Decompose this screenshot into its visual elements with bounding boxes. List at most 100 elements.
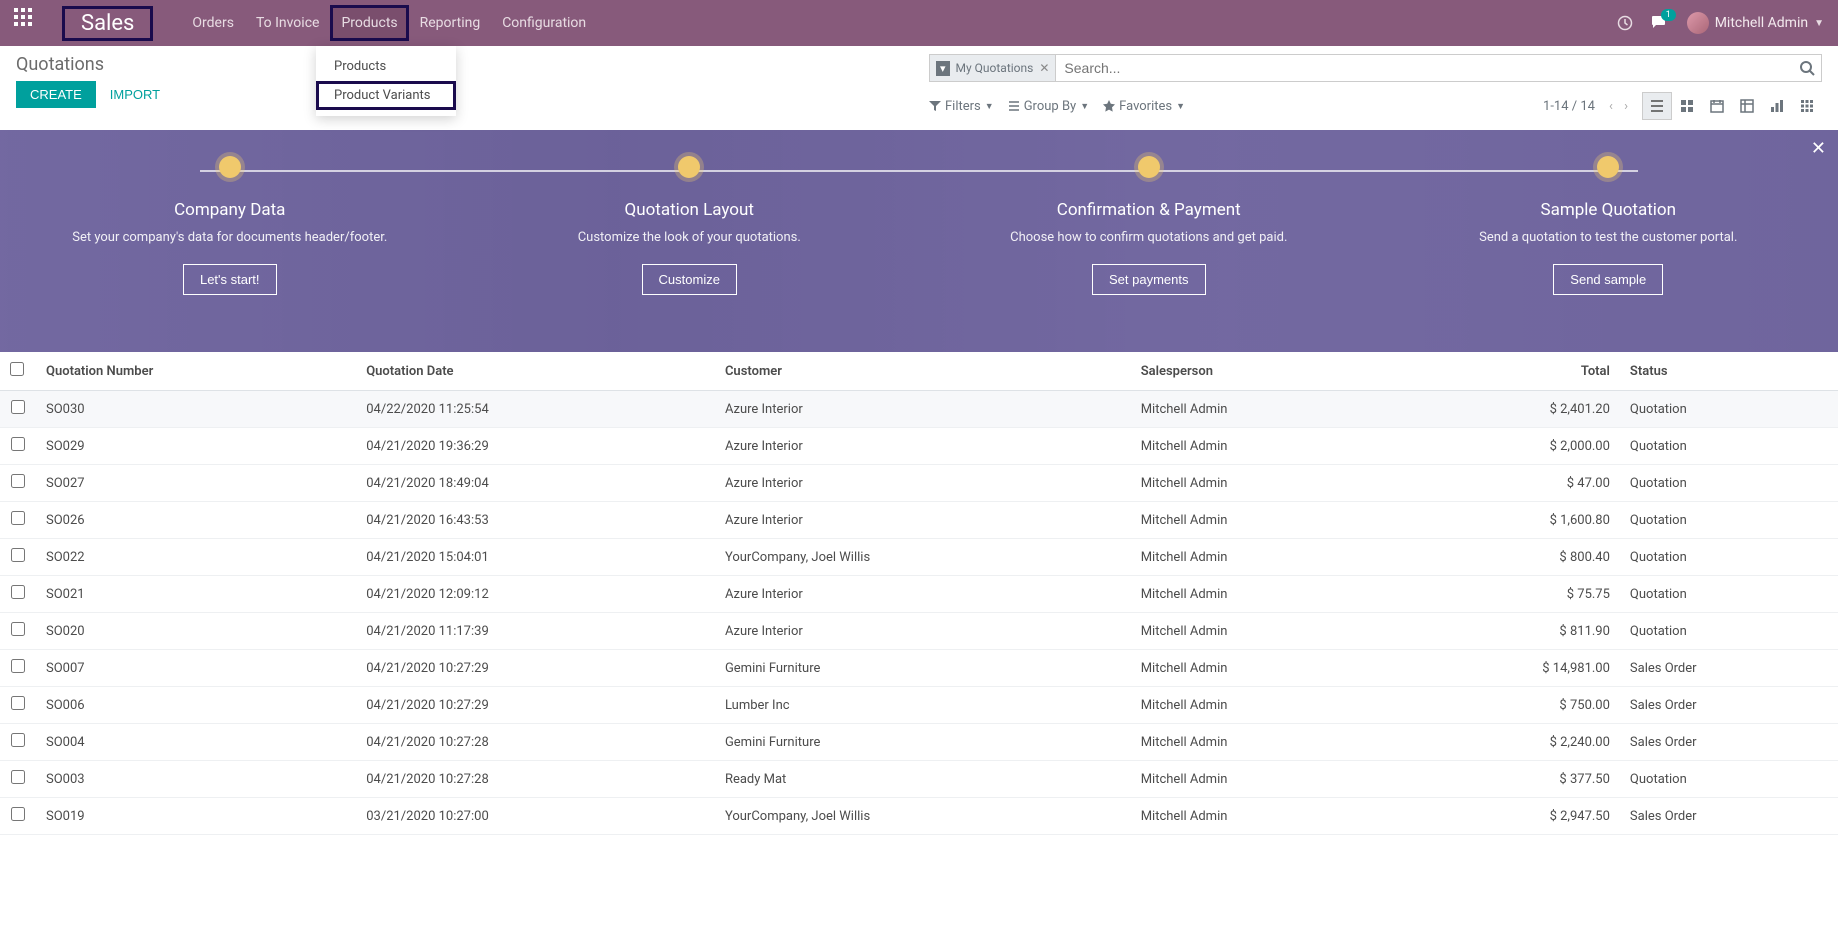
- pager-prev-icon[interactable]: ‹: [1605, 99, 1617, 114]
- step-desc: Set your company's data for documents he…: [40, 228, 420, 248]
- pager-text[interactable]: 1-14 / 14: [1543, 99, 1595, 114]
- row-checkbox[interactable]: [11, 622, 25, 636]
- col-total[interactable]: Total: [1399, 352, 1620, 391]
- table-row[interactable]: SO004 04/21/2020 10:27:28 Gemini Furnitu…: [0, 724, 1838, 761]
- cell-status: Quotation: [1620, 428, 1838, 465]
- search-input[interactable]: [1056, 60, 1793, 76]
- row-checkbox[interactable]: [11, 400, 25, 414]
- table-row[interactable]: SO003 04/21/2020 10:27:28 Ready Mat Mitc…: [0, 761, 1838, 798]
- graph-view-icon[interactable]: [1762, 92, 1792, 120]
- dropdown-item-products[interactable]: Products: [316, 52, 456, 81]
- cell-total: $ 14,981.00: [1399, 650, 1620, 687]
- cell-total: $ 2,947.50: [1399, 798, 1620, 835]
- nav-item-products[interactable]: Products: [330, 5, 408, 41]
- cell-status: Quotation: [1620, 539, 1838, 576]
- step-title: Company Data: [40, 200, 420, 220]
- col-status[interactable]: Status: [1620, 352, 1838, 391]
- table-row[interactable]: SO029 04/21/2020 19:36:29 Azure Interior…: [0, 428, 1838, 465]
- customize-button[interactable]: Customize: [642, 264, 737, 295]
- remove-filter-icon[interactable]: ✕: [1039, 61, 1049, 75]
- row-checkbox[interactable]: [11, 770, 25, 784]
- row-checkbox[interactable]: [11, 548, 25, 562]
- cell-quotation-date: 04/21/2020 10:27:29: [356, 650, 715, 687]
- row-checkbox[interactable]: [11, 696, 25, 710]
- import-button[interactable]: IMPORT: [104, 81, 166, 108]
- apps-icon[interactable]: [14, 8, 44, 38]
- row-checkbox[interactable]: [11, 733, 25, 747]
- cell-quotation-number: SO030: [36, 391, 356, 428]
- cell-salesperson: Mitchell Admin: [1131, 761, 1400, 798]
- filters-button[interactable]: Filters ▼: [929, 99, 994, 114]
- cell-total: $ 750.00: [1399, 687, 1620, 724]
- set-payments-button[interactable]: Set payments: [1092, 264, 1206, 295]
- select-all-checkbox[interactable]: [10, 362, 24, 376]
- table-row[interactable]: SO019 03/21/2020 10:27:00 YourCompany, J…: [0, 798, 1838, 835]
- cell-status: Quotation: [1620, 502, 1838, 539]
- lets-start-button[interactable]: Let's start!: [183, 264, 277, 295]
- cell-total: $ 377.50: [1399, 761, 1620, 798]
- nav-item-to-invoice[interactable]: To Invoice: [245, 5, 331, 41]
- table-row[interactable]: SO007 04/21/2020 10:27:29 Gemini Furnitu…: [0, 650, 1838, 687]
- row-checkbox[interactable]: [11, 511, 25, 525]
- send-sample-button[interactable]: Send sample: [1553, 264, 1663, 295]
- control-bar: Quotations CREATE IMPORT ▾ My Quotations…: [0, 46, 1838, 126]
- search-icon[interactable]: [1793, 60, 1821, 76]
- cell-total: $ 47.00: [1399, 465, 1620, 502]
- nav-item-reporting[interactable]: Reporting: [409, 5, 492, 41]
- col-quotation-number[interactable]: Quotation Number: [36, 352, 356, 391]
- cell-salesperson: Mitchell Admin: [1131, 539, 1400, 576]
- star-icon: [1103, 100, 1115, 112]
- cell-salesperson: Mitchell Admin: [1131, 613, 1400, 650]
- groupby-button[interactable]: Group By ▼: [1008, 99, 1089, 114]
- cell-customer: Azure Interior: [715, 465, 1131, 502]
- filter-chip-label: My Quotations: [956, 61, 1034, 75]
- onboard-step-quotation-layout: Quotation Layout Customize the look of y…: [460, 156, 920, 352]
- cell-salesperson: Mitchell Admin: [1131, 724, 1400, 761]
- table-row[interactable]: SO021 04/21/2020 12:09:12 Azure Interior…: [0, 576, 1838, 613]
- avatar: [1687, 12, 1709, 34]
- cell-customer: YourCompany, Joel Willis: [715, 539, 1131, 576]
- favorites-button[interactable]: Favorites ▼: [1103, 99, 1185, 114]
- step-title: Sample Quotation: [1419, 200, 1799, 220]
- messages-icon[interactable]: 1: [1651, 15, 1669, 31]
- create-button[interactable]: CREATE: [16, 81, 96, 108]
- list-icon: [1008, 100, 1020, 112]
- col-quotation-date[interactable]: Quotation Date: [356, 352, 715, 391]
- row-checkbox[interactable]: [11, 474, 25, 488]
- user-menu[interactable]: Mitchell Admin ▼: [1687, 12, 1824, 34]
- step-dot-icon: [1138, 156, 1160, 178]
- nav-item-orders[interactable]: Orders: [181, 5, 245, 41]
- row-checkbox[interactable]: [11, 437, 25, 451]
- search-filter-chip[interactable]: ▾ My Quotations ✕: [930, 55, 1056, 81]
- cell-status: Sales Order: [1620, 650, 1838, 687]
- pager-next-icon[interactable]: ›: [1620, 99, 1632, 114]
- list-view-icon[interactable]: [1642, 92, 1672, 120]
- col-salesperson[interactable]: Salesperson: [1131, 352, 1400, 391]
- table-row[interactable]: SO022 04/21/2020 15:04:01 YourCompany, J…: [0, 539, 1838, 576]
- table-row[interactable]: SO006 04/21/2020 10:27:29 Lumber Inc Mit…: [0, 687, 1838, 724]
- cell-salesperson: Mitchell Admin: [1131, 576, 1400, 613]
- onboard-step-sample-quotation: Sample Quotation Send a quotation to tes…: [1379, 156, 1838, 352]
- step-title: Quotation Layout: [500, 200, 880, 220]
- table-row[interactable]: SO020 04/21/2020 11:17:39 Azure Interior…: [0, 613, 1838, 650]
- table-row[interactable]: SO030 04/22/2020 11:25:54 Azure Interior…: [0, 391, 1838, 428]
- clock-icon[interactable]: [1617, 15, 1633, 31]
- step-desc: Choose how to confirm quotations and get…: [959, 228, 1339, 248]
- cell-quotation-number: SO019: [36, 798, 356, 835]
- activity-view-icon[interactable]: [1792, 92, 1822, 120]
- row-checkbox[interactable]: [11, 585, 25, 599]
- col-customer[interactable]: Customer: [715, 352, 1131, 391]
- nav-item-configuration[interactable]: Configuration: [491, 5, 597, 41]
- row-checkbox[interactable]: [11, 659, 25, 673]
- kanban-view-icon[interactable]: [1672, 92, 1702, 120]
- table-row[interactable]: SO026 04/21/2020 16:43:53 Azure Interior…: [0, 502, 1838, 539]
- table-row[interactable]: SO027 04/21/2020 18:49:04 Azure Interior…: [0, 465, 1838, 502]
- row-checkbox[interactable]: [11, 807, 25, 821]
- dropdown-item-product-variants[interactable]: Product Variants: [316, 81, 456, 110]
- cell-customer: Gemini Furniture: [715, 724, 1131, 761]
- app-name[interactable]: Sales: [62, 6, 153, 41]
- cell-status: Quotation: [1620, 761, 1838, 798]
- calendar-view-icon[interactable]: [1702, 92, 1732, 120]
- cell-status: Quotation: [1620, 576, 1838, 613]
- pivot-view-icon[interactable]: [1732, 92, 1762, 120]
